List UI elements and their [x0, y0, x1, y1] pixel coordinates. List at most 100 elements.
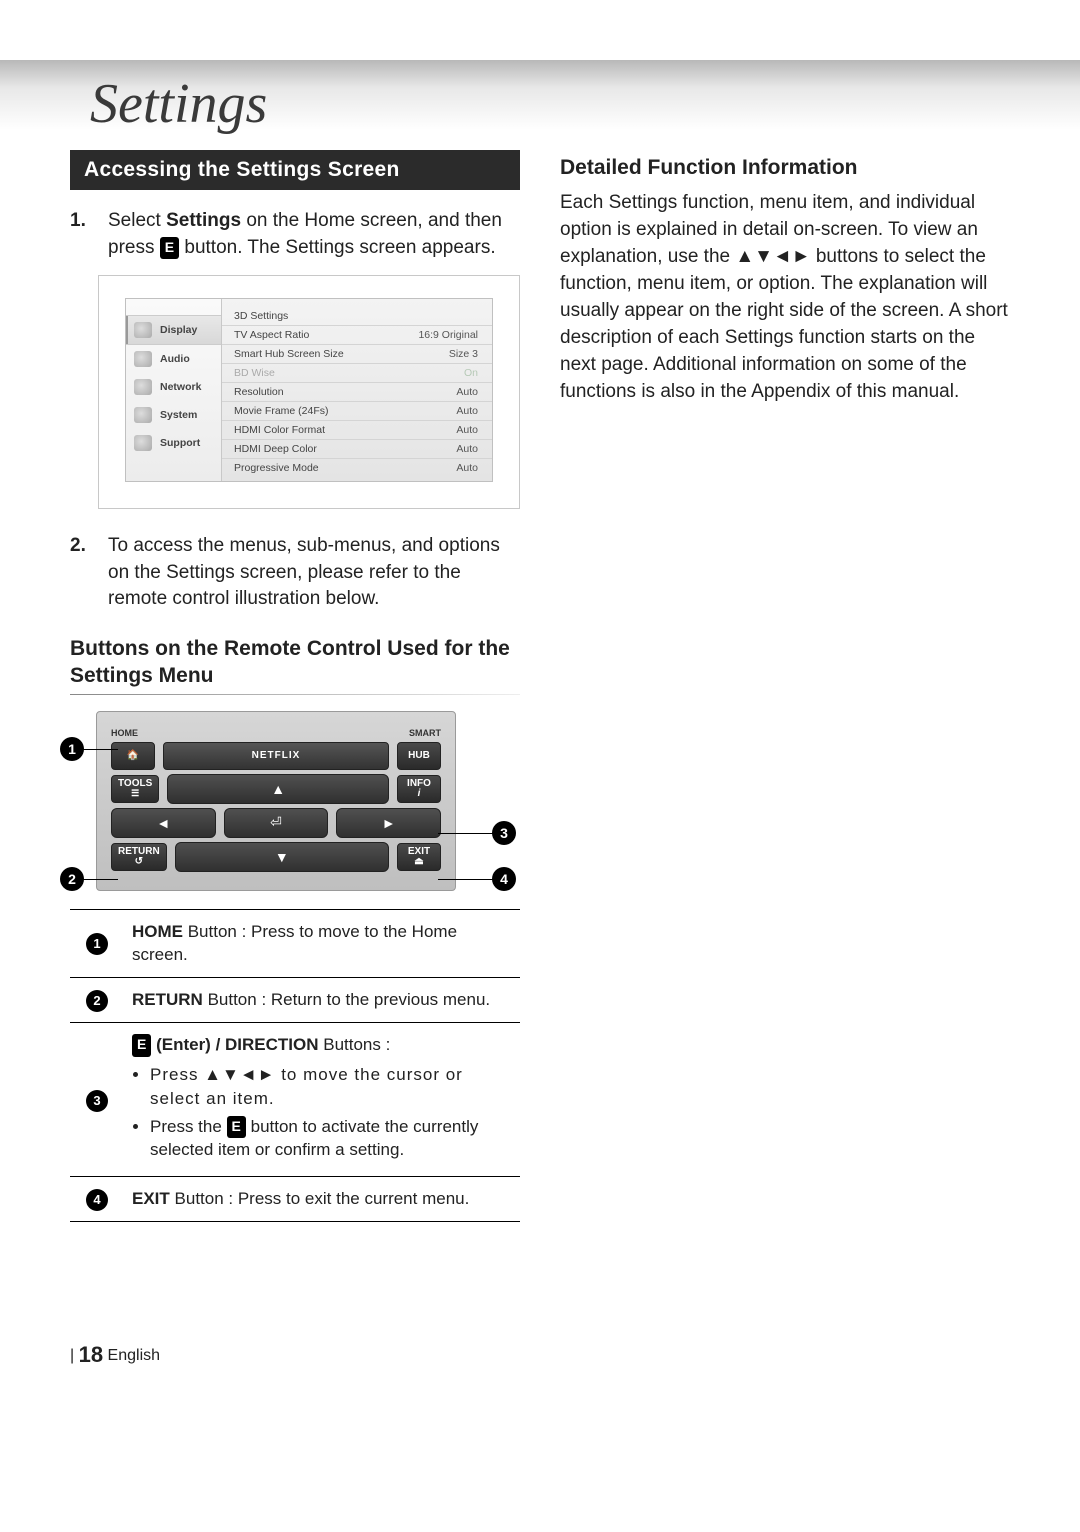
bullet-text: Press the [150, 1117, 227, 1136]
sidebar-label: Display [160, 324, 197, 336]
setting-value: Auto [456, 405, 478, 417]
sub-heading: Buttons on the Remote Control Used for t… [70, 635, 520, 690]
remote-smart-label: SMART [280, 728, 441, 738]
setting-value: Auto [456, 386, 478, 398]
netflix-button: NETFLIX [163, 742, 389, 770]
setting-label: Movie Frame (24Fs) [234, 405, 329, 417]
button-name: HOME [132, 922, 183, 941]
step-number: 2. [70, 533, 94, 613]
system-icon [134, 407, 152, 423]
table-row: 3 E (Enter) / DIRECTION Buttons : Press … [70, 1023, 520, 1177]
right-arrow-button: ► [336, 808, 441, 838]
remote-illustration: 1 2 3 4 HOME SMART 🏠 NETFLIX HUB TOOLS [96, 711, 456, 891]
enter-icon: E [160, 237, 179, 260]
row-number: 3 [86, 1090, 108, 1112]
callout-line [82, 749, 118, 751]
setting-row: Resolution Auto [222, 382, 492, 401]
sidebar-item-network: Network [126, 373, 221, 401]
hub-button: HUB [397, 742, 441, 770]
tools-button: TOOLS☰ [111, 775, 159, 803]
step1-post: button. The Settings screen appears. [179, 237, 496, 258]
callout-line [438, 833, 494, 835]
button-name: EXIT [132, 1189, 170, 1208]
setting-label: BD Wise [234, 367, 275, 379]
info-button: INFOi [397, 775, 441, 803]
right-body-text: Each Settings function, menu item, and i… [560, 190, 1010, 406]
step-number: 1. [70, 208, 94, 261]
setting-value: Auto [456, 443, 478, 455]
setting-label: TV Aspect Ratio [234, 329, 309, 341]
enter-button: ⏎ [224, 808, 329, 838]
step2-body: To access the menus, sub-menus, and opti… [108, 533, 520, 613]
page-footer: | 18 English [70, 1342, 1010, 1368]
sidebar-label: System [160, 409, 197, 421]
section-heading: Accessing the Settings Screen [70, 150, 520, 190]
button-desc: Button : Press to exit the current menu. [170, 1189, 470, 1208]
support-icon [134, 435, 152, 451]
footer-bar: | [70, 1347, 74, 1364]
setting-row: 3D Settings [222, 307, 492, 325]
table-row: 2 RETURN Button : Return to the previous… [70, 978, 520, 1023]
bullet: Press ▲▼◄► to move the cursor or select … [150, 1063, 512, 1111]
return-button: RETURN↺ [111, 843, 167, 871]
remote-home-label: HOME [111, 728, 272, 738]
setting-value: Size 3 [449, 348, 478, 360]
sidebar-label: Network [160, 381, 201, 393]
settings-main: 3D Settings TV Aspect Ratio 16:9 Original S… [222, 299, 492, 481]
down-arrow-button: ▼ [175, 842, 389, 872]
setting-row: HDMI Color Format Auto [222, 420, 492, 439]
network-icon [134, 379, 152, 395]
setting-label: Progressive Mode [234, 462, 319, 474]
button-name: (Enter) / DIRECTION [151, 1035, 318, 1054]
sidebar-label: Support [160, 437, 200, 449]
row-number: 4 [86, 1189, 108, 1211]
enter-icon: E [132, 1034, 151, 1057]
sidebar-item-system: System [126, 401, 221, 429]
callout-line [82, 879, 118, 881]
button-desc: Buttons : [319, 1035, 391, 1054]
setting-value: Auto [456, 462, 478, 474]
page-number: 18 [79, 1342, 103, 1367]
page-title: Settings [90, 72, 267, 136]
up-arrow-button: ▲ [167, 774, 389, 804]
setting-row: HDMI Deep Color Auto [222, 439, 492, 458]
setting-label: Resolution [234, 386, 284, 398]
setting-value: 16:9 Original [418, 329, 478, 341]
enter-icon: E [227, 1116, 246, 1139]
callout-1: 1 [60, 737, 84, 761]
setting-label: Smart Hub Screen Size [234, 348, 344, 360]
display-icon [134, 322, 152, 338]
sidebar-item-support: Support [126, 429, 221, 457]
callout-3: 3 [492, 821, 516, 845]
step1-pre: Select [108, 210, 166, 231]
sidebar-item-display: Display [126, 315, 221, 345]
exit-button: EXIT⏏ [397, 843, 441, 871]
callout-4: 4 [492, 867, 516, 891]
right-heading: Detailed Function Information [560, 156, 1010, 180]
setting-row: Smart Hub Screen Size Size 3 [222, 344, 492, 363]
row-number: 1 [86, 933, 108, 955]
setting-value: Auto [456, 424, 478, 436]
row-number: 2 [86, 990, 108, 1012]
sidebar-item-audio: Audio [126, 345, 221, 373]
callout-2: 2 [60, 867, 84, 891]
divider [70, 694, 520, 695]
left-arrow-button: ◄ [111, 808, 216, 838]
setting-label: HDMI Color Format [234, 424, 325, 436]
callout-line [438, 879, 494, 881]
footer-language: English [108, 1347, 160, 1364]
settings-screenshot: Display Audio Network System Support 3D … [98, 275, 520, 509]
setting-row: BD WiseOn [222, 363, 492, 382]
button-description-table: 1 HOME Button : Press to move to the Hom… [70, 909, 520, 1223]
settings-sidebar: Display Audio Network System Support [126, 299, 222, 481]
step-2: 2. To access the menus, sub-menus, and o… [70, 533, 520, 613]
sidebar-label: Audio [160, 353, 190, 365]
step1-bold: Settings [166, 210, 241, 231]
table-row: 4 EXIT Button : Press to exit the curren… [70, 1177, 520, 1222]
setting-label: HDMI Deep Color [234, 443, 317, 455]
button-desc: Button : Return to the previous menu. [203, 990, 490, 1009]
table-row: 1 HOME Button : Press to move to the Hom… [70, 909, 520, 978]
home-button: 🏠 [111, 742, 155, 770]
setting-row: TV Aspect Ratio 16:9 Original [222, 325, 492, 344]
step-1: 1. Select Settings on the Home screen, a… [70, 208, 520, 261]
